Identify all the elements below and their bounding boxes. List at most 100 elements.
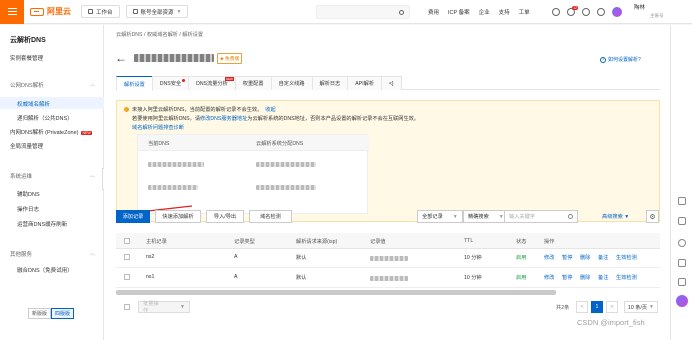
collapse-link[interactable]: 收起 <box>265 107 275 113</box>
cell-value-obscured <box>370 256 408 261</box>
switch-new-version[interactable]: 四版版 <box>51 308 75 319</box>
remark-link[interactable]: 备注 <box>598 274 608 281</box>
tab-more[interactable]: <] <box>381 76 402 90</box>
sidebar-item-instance[interactable]: 实例套餐管理 <box>10 54 43 62</box>
domain-check-button[interactable]: 域名检测 <box>249 210 292 223</box>
global-search-input[interactable] <box>316 5 410 19</box>
top-link-enterprise[interactable]: 企业 <box>479 8 490 16</box>
account-scope-select[interactable]: 账号全部资源 ▼ <box>125 5 189 18</box>
pause-link[interactable]: 暂停 <box>562 254 572 261</box>
col-host[interactable]: 主机记录 <box>146 238 167 245</box>
select-all-checkbox[interactable] <box>124 238 130 244</box>
edition-tag: ◈ 免费版 <box>217 53 243 64</box>
add-record-button[interactable]: 添加记录 <box>116 210 150 223</box>
cell-host: ns2 <box>146 254 155 260</box>
top-link-ticket[interactable]: 工单 <box>519 8 530 16</box>
version-switch: 新版版 四版版 <box>28 308 75 319</box>
effect-check-link[interactable]: 生效检测 <box>616 254 637 261</box>
main-content: 云解析DNS / 权威域名解析 / 解析设置 ← ◈ 免费版 ? 如何设置解析? … <box>104 25 670 340</box>
modify-dns-link[interactable]: 修改DNS服务器地址 <box>200 116 247 122</box>
import-export-button[interactable]: 导入/导出 <box>206 210 244 223</box>
gear-icon[interactable]: ⚙ <box>646 210 659 223</box>
record-search-input[interactable]: 输入关键字 <box>504 210 578 223</box>
top-link-cost[interactable]: 费用 <box>428 8 439 16</box>
settings-icon[interactable] <box>678 239 686 247</box>
tab-resolve-settings[interactable]: 解析设置 <box>116 76 153 91</box>
sidebar-item-oplog[interactable]: 操作日志 <box>17 205 39 213</box>
remark-link[interactable]: 备注 <box>598 254 608 261</box>
col-value[interactable]: 记录值 <box>370 238 386 245</box>
sidebar-group-public-dns[interactable]: 公网DNS解析 <box>10 81 44 89</box>
next-page-button[interactable]: > <box>606 301 618 313</box>
assistant-icon[interactable] <box>676 295 688 307</box>
sidebar-group-other[interactable]: 其他服务 <box>10 250 32 258</box>
help-icon[interactable] <box>597 8 605 16</box>
horizontal-scrollbar[interactable] <box>116 290 556 295</box>
cart-icon[interactable] <box>582 8 590 16</box>
search-icon <box>568 214 573 219</box>
grid-icon[interactable] <box>678 278 686 286</box>
feedback-icon[interactable] <box>678 197 686 205</box>
tab-weight[interactable]: 权重配置 <box>234 76 272 90</box>
sidebar-item-privatezone[interactable]: 内网DNS解析 (PrivateZone) NEW <box>10 128 92 136</box>
diagnose-link[interactable]: 域名解析问题排查诊断 <box>132 124 184 131</box>
workbench-button[interactable]: 工作台 <box>81 5 120 18</box>
total-count: 共2条 <box>556 305 570 311</box>
col-status[interactable]: 状态 <box>516 238 526 245</box>
right-tool-rail <box>670 25 692 340</box>
tab-custom-line[interactable]: 自定义线路 <box>270 76 313 90</box>
prev-page-button[interactable]: < <box>576 301 588 313</box>
tab-dns-traffic[interactable]: DNS流量分析 NEW <box>188 76 236 90</box>
chat-icon[interactable] <box>678 259 686 267</box>
chevron-down-icon: ▼ <box>452 213 458 220</box>
footer-select-all-checkbox[interactable] <box>124 304 130 310</box>
sidebar-item-cache-refresh[interactable]: 运营商DNS缓存刷新 <box>17 220 67 228</box>
back-arrow-icon[interactable]: ← <box>115 51 127 65</box>
edit-link[interactable]: 修改 <box>544 274 554 281</box>
menu-icon[interactable] <box>0 0 24 24</box>
tab-dns-security[interactable]: DNS安全 <box>151 76 190 90</box>
assistant-avatar[interactable] <box>612 7 622 17</box>
delete-link[interactable]: 删除 <box>580 274 590 281</box>
cloud-shell-icon[interactable] <box>552 8 560 16</box>
delete-link[interactable]: 删除 <box>580 254 590 261</box>
switch-old-version[interactable]: 新版版 <box>28 308 52 319</box>
tab-resolve-log[interactable]: 解析日志 <box>311 76 349 90</box>
search-type-select[interactable]: 精确搜索 ▼ <box>463 210 509 223</box>
pause-link[interactable]: 暂停 <box>562 274 572 281</box>
col-ttl[interactable]: TTL <box>464 238 473 244</box>
sidebar-group-ops[interactable]: 系统运维 <box>10 172 32 180</box>
quick-add-button[interactable]: 快速添加解析 <box>155 210 201 223</box>
col-type[interactable]: 记录类型 <box>234 238 255 245</box>
page-1-button[interactable]: 1 <box>591 301 603 313</box>
batch-action-select[interactable]: 批量操作 ▼ <box>138 301 190 314</box>
tab-api[interactable]: API解析 <box>347 76 383 90</box>
sidebar-title: 云解析DNS <box>10 37 46 44</box>
current-dns-value-obscured <box>148 162 204 167</box>
cell-type: A <box>234 274 238 280</box>
aliyun-logo[interactable]: 阿里云 <box>30 6 71 17</box>
table-row: ns2 A 默认 10 分钟 启用 修改 暂停 删除 备注 生效检测 <box>116 249 660 268</box>
sidebar-item-authoritative[interactable]: 权威域名解析 <box>17 100 50 108</box>
help-link[interactable]: ? 如何设置解析? <box>600 56 641 63</box>
tab-bar: 解析设置 DNS安全 DNS流量分析 NEW 权重配置 自定义线路 解析日志 AP… <box>116 76 660 91</box>
cell-value-obscured <box>370 276 408 281</box>
top-link-icp[interactable]: ICP 备案 <box>448 8 470 16</box>
advanced-search-link[interactable]: 高级搜索 ▼ <box>602 213 629 220</box>
edit-link[interactable]: 修改 <box>544 254 554 261</box>
bell-icon[interactable]: 12 <box>567 6 578 16</box>
sidebar-item-gtm[interactable]: 全局流量管理 <box>10 142 43 150</box>
sidebar-item-fusion-dns[interactable]: 融合DNS（免费试用） <box>17 266 73 274</box>
effect-check-link[interactable]: 生效检测 <box>616 274 637 281</box>
user-menu[interactable]: 陶林 主账号 <box>634 5 664 19</box>
document-icon[interactable] <box>678 217 686 225</box>
row-checkbox[interactable] <box>124 274 130 280</box>
sidebar-item-secondary-dns[interactable]: 辅助DNS <box>17 190 40 198</box>
col-isp[interactable]: 解析请求来源(isp) <box>296 238 337 245</box>
page-size-select[interactable]: 10 条/页 ▼ <box>624 301 658 313</box>
record-filter-select[interactable]: 全部记录 ▼ <box>417 210 463 223</box>
top-links: 费用 ICP 备案 企业 支持 工单 <box>428 0 530 24</box>
top-link-support[interactable]: 支持 <box>499 8 510 16</box>
sidebar-item-recursive[interactable]: 递归解析（公共DNS） <box>17 114 73 122</box>
row-checkbox[interactable] <box>124 254 130 260</box>
